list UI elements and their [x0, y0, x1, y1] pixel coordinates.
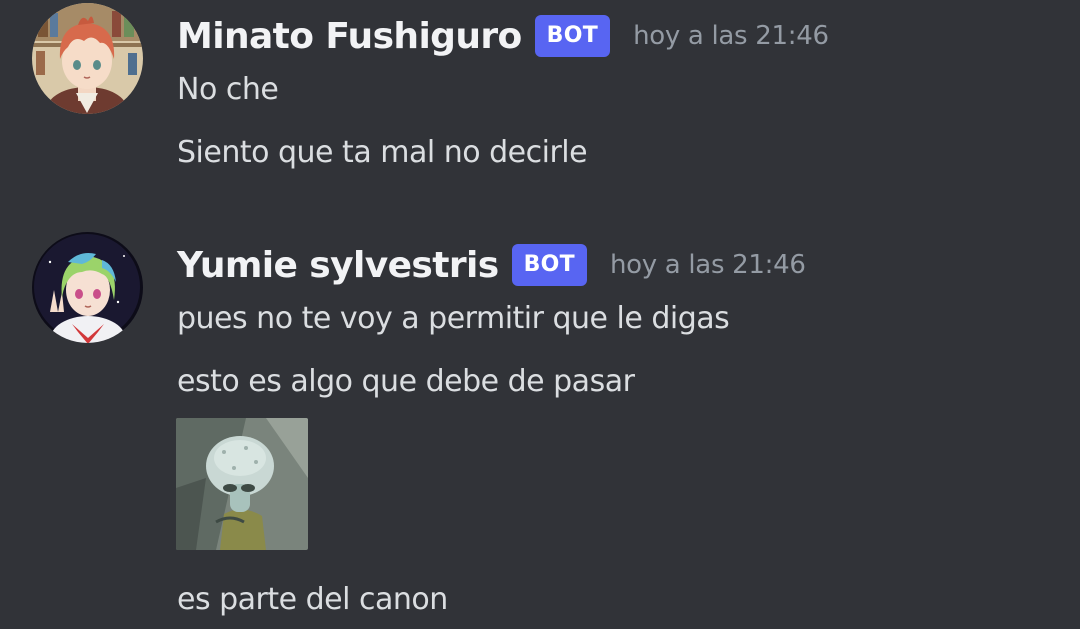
- image-attachment[interactable]: [176, 418, 308, 550]
- bot-badge: BOT: [534, 15, 611, 57]
- username[interactable]: Minato Fushiguro: [177, 16, 522, 57]
- timestamp[interactable]: hoy a las 21:46: [610, 250, 806, 280]
- username[interactable]: Yumie sylvestris: [177, 245, 499, 286]
- message-header: Yumie sylvestris BOT hoy a las 21:46: [177, 241, 806, 289]
- message-text: es parte del canon: [177, 582, 448, 617]
- message-text: Siento que ta mal no decirle: [177, 135, 588, 170]
- timestamp[interactable]: hoy a las 21:46: [633, 21, 829, 51]
- message-text: pues no te voy a permitir que le digas: [177, 301, 730, 336]
- message-text: esto es algo que debe de pasar: [177, 364, 635, 399]
- message-text: No che: [177, 72, 279, 107]
- message-header: Minato Fushiguro BOT hoy a las 21:46: [177, 12, 829, 60]
- avatar-yumie-sylvestris[interactable]: [32, 232, 143, 343]
- avatar-image: [32, 3, 143, 114]
- avatar-minato-fushiguro[interactable]: [32, 3, 143, 114]
- bot-badge: BOT: [511, 244, 587, 286]
- attachment-image: [176, 418, 308, 550]
- avatar-image: [32, 232, 143, 343]
